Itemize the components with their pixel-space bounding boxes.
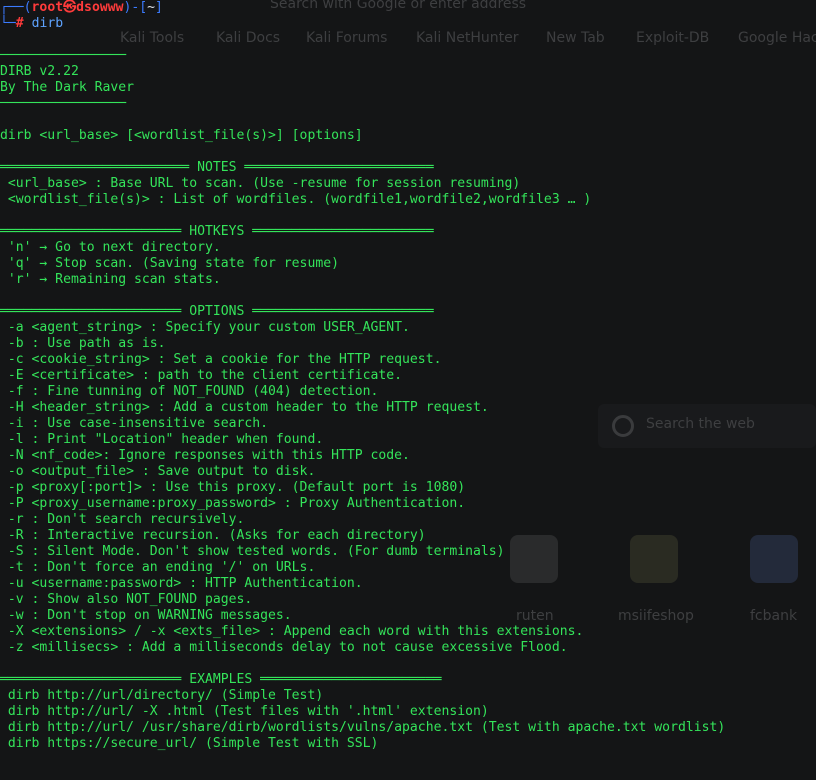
- hotkey-line: 'n' → Go to next directory.: [0, 240, 221, 255]
- option-line: -S : Silent Mode. Don't show tested word…: [0, 544, 505, 559]
- option-line: -f : Fine tunning of NOT_FOUND (404) det…: [0, 384, 379, 399]
- option-line: -u <username:password> : HTTP Authentica…: [0, 576, 363, 591]
- background-bookmark: Google Hac: [738, 30, 816, 46]
- option-line: -a <agent_string> : Specify your custom …: [0, 320, 410, 335]
- option-line: -w : Don't stop on WARNING messages.: [0, 608, 292, 623]
- hotkey-line: 'q' → Stop scan. (Saving state for resum…: [0, 256, 339, 271]
- option-line: -X <extensions> / -x <exts_file> : Appen…: [0, 624, 584, 639]
- background-tile-label: fcbank: [750, 608, 798, 624]
- option-line: -l : Print "Location" header when found.: [0, 432, 324, 447]
- notes-line: <wordlist_file(s)> : List of wordfiles. …: [0, 192, 592, 207]
- prompt-corner: ┌──(: [0, 0, 32, 15]
- prompt-user-host: root㉿dsowww: [31, 0, 124, 15]
- example-line: dirb https://secure_url/ (Simple Test wi…: [0, 736, 379, 751]
- dirb-version: DIRB v2.22: [0, 64, 79, 79]
- options-header: ═══════════════════════ OPTIONS ════════…: [0, 304, 434, 319]
- option-line: -p <proxy[:port]> : Use this proxy. (Def…: [0, 480, 466, 495]
- option-line: -t : Don't force an ending '/' on URLs.: [0, 560, 316, 575]
- prompt-corner: └─: [0, 16, 16, 31]
- examples-header: ═══════════════════════ EXAMPLES ═══════…: [0, 672, 442, 687]
- option-line: -i : Use case-insensitive search.: [0, 416, 269, 431]
- prompt-line-1: ┌──(root㉿dsowww)-[~]: [0, 0, 725, 16]
- option-line: -v : Show also NOT_FOUND pages.: [0, 592, 253, 607]
- option-line: -z <millisecs> : Add a milliseconds dela…: [0, 640, 568, 655]
- option-line: -N <nf_code>: Ignore responses with this…: [0, 448, 410, 463]
- background-tile-icon: [750, 535, 798, 583]
- prompt-line-2: └─# dirb: [0, 16, 725, 32]
- option-line: -r : Don't search recursively.: [0, 512, 245, 527]
- notes-header: ════════════════════════ NOTES ═════════…: [0, 160, 434, 175]
- option-line: -o <output_file> : Save output to disk.: [0, 464, 316, 479]
- option-line: -E <certificate> : path to the client ce…: [0, 368, 403, 383]
- notes-line: <url_base> : Base URL to scan. (Use -res…: [0, 176, 521, 191]
- option-line: -b : Use path as is.: [0, 336, 166, 351]
- prompt-hash: #: [15, 16, 24, 31]
- rule-line: ────────────────: [0, 96, 127, 111]
- hotkeys-header: ═══════════════════════ HOTKEYS ════════…: [0, 224, 434, 239]
- option-line: -c <cookie_string> : Set a cookie for th…: [0, 352, 442, 367]
- example-line: dirb http://url/directory/ (Simple Test): [0, 688, 324, 703]
- rule-line: ────────────────: [0, 48, 127, 63]
- usage-line: dirb <url_base> [<wordlist_file(s)>] [op…: [0, 128, 363, 143]
- command-text: dirb: [31, 16, 64, 31]
- prompt-cwd: ~: [147, 0, 156, 15]
- hotkey-line: 'r' → Remaining scan stats.: [0, 272, 221, 287]
- terminal-window[interactable]: Search with Google or enter address Kali…: [0, 0, 816, 780]
- example-line: dirb http://url/ -X .html (Test files wi…: [0, 704, 489, 719]
- prompt-separator: )-[: [123, 0, 148, 15]
- dirb-author: By The Dark Raver: [0, 80, 135, 95]
- prompt-bracket: ]: [155, 0, 163, 15]
- option-line: -H <header_string> : Add a custom header…: [0, 400, 489, 415]
- terminal-output[interactable]: ┌──(root㉿dsowww)-[~] └─# dirb ──────────…: [0, 0, 725, 752]
- example-line: dirb http://url/ /usr/share/dirb/wordlis…: [0, 720, 726, 735]
- option-line: -R : Interactive recursion. (Asks for ea…: [0, 528, 426, 543]
- option-line: -P <proxy_username:proxy_password> : Pro…: [0, 496, 466, 511]
